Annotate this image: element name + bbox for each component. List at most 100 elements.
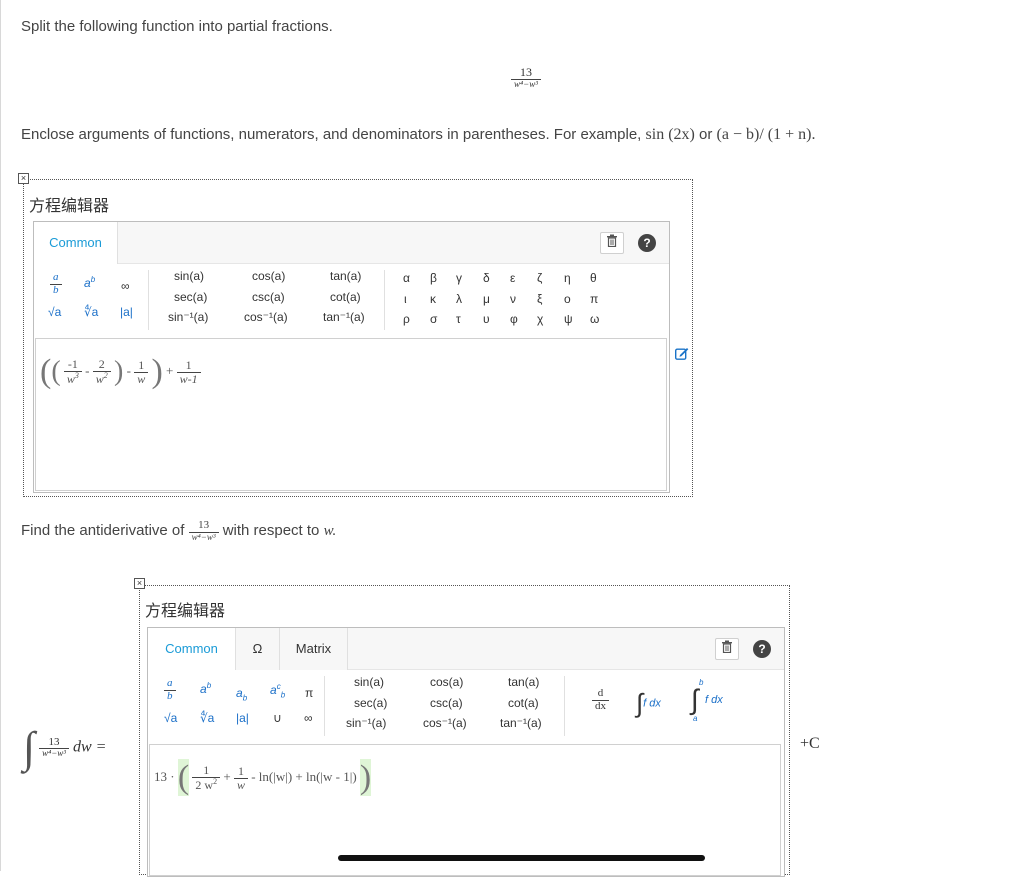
derivative-button[interactable]: d dx [592, 687, 609, 712]
divider [384, 270, 385, 330]
supsub-button[interactable]: acb [270, 682, 285, 699]
cos-button[interactable]: cos(a) [430, 675, 463, 689]
divider [564, 676, 565, 736]
greek-epsilon[interactable]: ε [510, 271, 515, 285]
trash-icon[interactable] [600, 232, 624, 254]
answer1-input[interactable]: (( -1 w3 - 2 w2 ) - 1w ) + 1 w-1 [35, 338, 667, 491]
trash-icon[interactable] [715, 638, 739, 660]
subscript-button[interactable]: ab [236, 686, 247, 702]
tan-button[interactable]: tan(a) [508, 675, 539, 689]
answer1-expression: (( -1 w3 - 2 w2 ) - 1w ) + 1 w-1 [40, 353, 201, 391]
editor2-label: 方程编辑器 [145, 603, 226, 620]
example-fraction: (a − b)/ (1 + n). [716, 126, 816, 143]
sin-button[interactable]: sin(a) [354, 675, 384, 689]
fraction-button[interactable]: ab [164, 677, 176, 702]
help-icon[interactable]: ? [638, 234, 656, 252]
greek-upsilon[interactable]: υ [483, 312, 490, 326]
divider [324, 676, 325, 736]
question2-prompt: Find the antiderivative of 13 w⁴−w³ with … [21, 519, 337, 542]
greek-omicron[interactable]: ο [564, 292, 571, 306]
greek-sigma[interactable]: σ [430, 312, 437, 326]
editor2-panel: Common Ω Matrix ? ab ab ab acb π √a ∜a |… [147, 627, 785, 877]
greek-pi[interactable]: π [590, 292, 598, 306]
arccos-button[interactable]: cos⁻¹(a) [244, 310, 288, 324]
greek-lambda[interactable]: λ [456, 292, 462, 306]
arccos-button[interactable]: cos⁻¹(a) [423, 716, 467, 730]
greek-xi[interactable]: ξ [537, 292, 542, 306]
power-button[interactable]: ab [200, 681, 211, 696]
nthroot-button[interactable]: ∜a [84, 305, 98, 319]
tab-common[interactable]: Common [148, 628, 236, 670]
instructions: Enclose arguments of functions, numerato… [21, 126, 815, 144]
csc-button[interactable]: csc(a) [252, 290, 285, 304]
instructions-text: Enclose arguments of functions, numerato… [21, 126, 642, 143]
arctan-button[interactable]: tan⁻¹(a) [500, 716, 542, 730]
editor1-tabbar: Common ? [34, 222, 669, 264]
greek-iota[interactable]: ι [404, 292, 407, 306]
arcsin-button[interactable]: sin⁻¹(a) [168, 310, 208, 324]
csc-button[interactable]: csc(a) [430, 696, 463, 710]
greek-nu[interactable]: ν [510, 292, 516, 306]
greek-chi[interactable]: χ [537, 312, 543, 326]
edit-icon[interactable] [675, 347, 689, 360]
tab-common[interactable]: Common [34, 222, 118, 264]
integral-lhs: ∫ 13 w⁴−w³ dw = [23, 723, 107, 772]
infinity-button[interactable]: ∞ [304, 711, 313, 725]
function-denominator: w⁴−w³ [514, 78, 538, 89]
arcsin-button[interactable]: sin⁻¹(a) [346, 716, 386, 730]
cos-button[interactable]: cos(a) [252, 269, 285, 283]
sec-button[interactable]: sec(a) [174, 290, 207, 304]
pi-button[interactable]: π [305, 686, 313, 700]
sec-button[interactable]: sec(a) [354, 696, 387, 710]
sqrt-button[interactable]: √a [164, 711, 177, 725]
sin-button[interactable]: sin(a) [174, 269, 204, 283]
sqrt-button[interactable]: √a [48, 305, 61, 319]
function-numerator: 13 [511, 66, 541, 80]
greek-kappa[interactable]: κ [430, 292, 436, 306]
infinity-button[interactable]: ∞ [121, 279, 130, 293]
greek-alpha[interactable]: α [403, 271, 410, 285]
tab-symbols[interactable]: Ω [236, 628, 280, 670]
page: Split the following function into partia… [0, 0, 1024, 877]
greek-omega[interactable]: ω [590, 312, 599, 326]
greek-phi[interactable]: φ [510, 312, 518, 326]
editor1-panel: Common ? ab ab ∞ √a ∜a |a| sin(a) cos(a)… [33, 221, 670, 493]
plus-constant: +C [800, 735, 820, 752]
or-text: or [699, 126, 713, 143]
question1-function: 13 w⁴−w³ [511, 66, 541, 89]
abs-button[interactable]: |a| [236, 711, 249, 725]
answer2-expression: 13 · ( 12 w2 + 1w - ln(|w|) + ln(|w - 1|… [154, 759, 372, 796]
fraction-button[interactable]: ab [50, 271, 62, 296]
broken-image-icon: × [18, 173, 29, 184]
tab-matrix[interactable]: Matrix [280, 628, 348, 670]
integral-button[interactable]: ∫f dx [636, 688, 661, 719]
greek-beta[interactable]: β [430, 271, 437, 285]
greek-rho[interactable]: ρ [403, 312, 410, 326]
editor2-tabbar: Common Ω Matrix ? [148, 628, 784, 670]
greek-eta[interactable]: η [564, 271, 571, 285]
greek-tau[interactable]: τ [456, 312, 461, 326]
power-button[interactable]: ab [84, 275, 95, 290]
editor1-label: 方程编辑器 [29, 198, 110, 215]
question2-variable: w. [323, 522, 337, 539]
union-button[interactable]: ∪ [273, 711, 282, 725]
greek-zeta[interactable]: ζ [537, 271, 542, 285]
broken-image-icon: × [134, 578, 145, 589]
cot-button[interactable]: cot(a) [508, 696, 539, 710]
greek-theta[interactable]: θ [590, 271, 597, 285]
definite-integral-button[interactable]: b ∫ f dx a [689, 678, 741, 724]
question2-function: 13 w⁴−w³ [188, 519, 219, 542]
abs-button[interactable]: |a| [120, 305, 133, 319]
greek-mu[interactable]: μ [483, 292, 490, 306]
nthroot-button[interactable]: ∜a [200, 711, 214, 725]
greek-psi[interactable]: ψ [564, 312, 573, 326]
divider [148, 270, 149, 330]
question2-text: Find the antiderivative of [21, 521, 185, 539]
cot-button[interactable]: cot(a) [330, 290, 361, 304]
example-sin: sin (2x) [645, 126, 695, 143]
greek-delta[interactable]: δ [483, 271, 490, 285]
greek-gamma[interactable]: γ [456, 271, 462, 285]
help-icon[interactable]: ? [753, 640, 771, 658]
arctan-button[interactable]: tan⁻¹(a) [323, 310, 365, 324]
tan-button[interactable]: tan(a) [330, 269, 361, 283]
